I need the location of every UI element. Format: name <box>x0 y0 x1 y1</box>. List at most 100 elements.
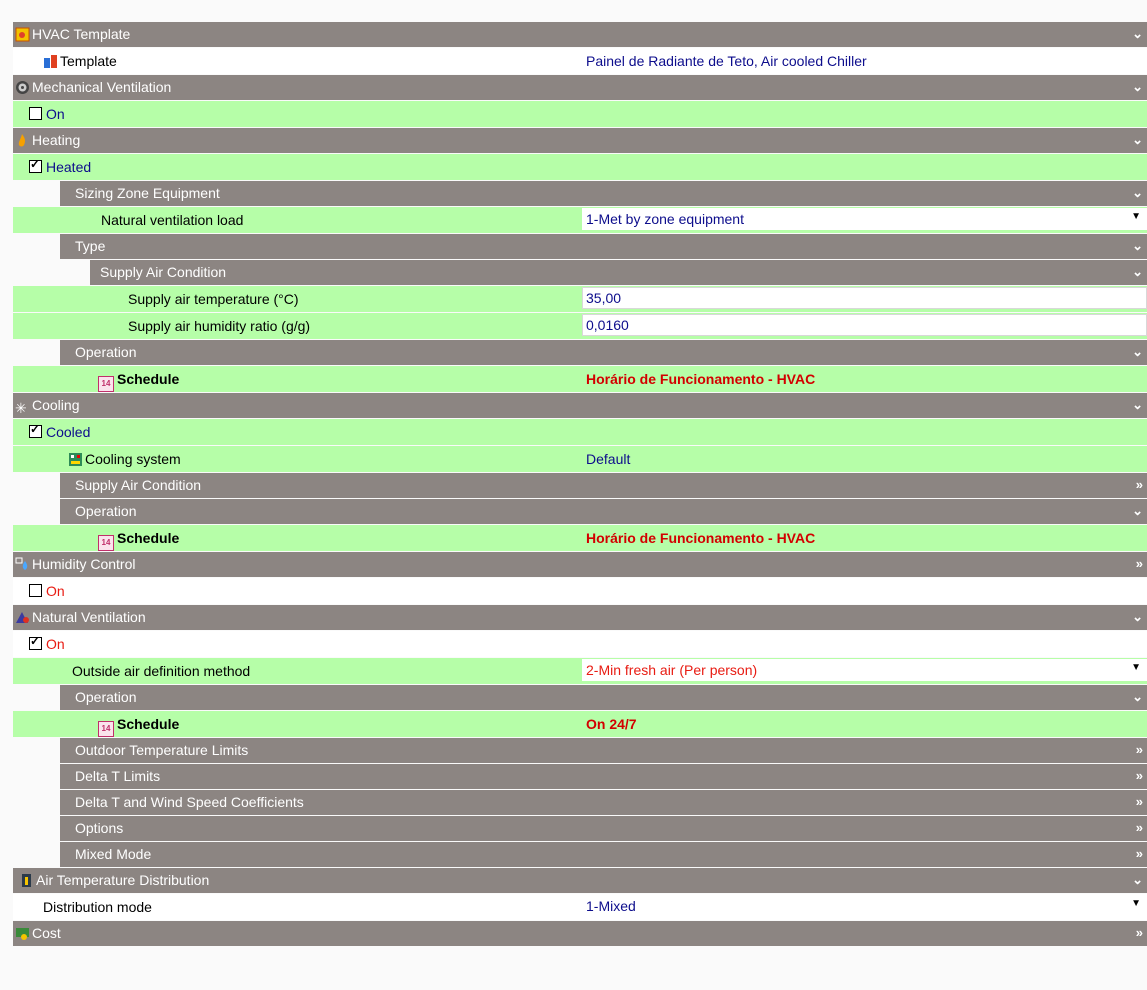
section-air-temperature-distribution[interactable]: Air Temperature Distribution ⌄ <box>13 868 1147 894</box>
template-row[interactable]: Template Painel de Radiante de Teto, Air… <box>13 48 1147 75</box>
section-cost[interactable]: Cost » <box>13 921 1147 947</box>
mech-vent-on-row[interactable]: On <box>13 101 1147 128</box>
expand-chevron-icon[interactable]: » <box>1136 820 1143 835</box>
heating-schedule-label: Schedule <box>117 371 180 387</box>
template-icon <box>43 54 58 69</box>
expand-chevron-icon[interactable]: » <box>1136 768 1143 783</box>
outside-air-method-row[interactable]: Outside air definition method 2-Min fres… <box>13 658 1147 685</box>
section-heating[interactable]: Heating ⌄ <box>13 128 1147 154</box>
collapse-chevron-icon[interactable]: ⌄ <box>1132 132 1143 148</box>
hvac-template-title: HVAC Template <box>32 26 131 42</box>
expand-chevron-icon[interactable]: » <box>1136 742 1143 757</box>
collapse-chevron-icon[interactable]: ⌄ <box>1132 397 1143 413</box>
supply-air-temp-input[interactable]: 35,00 <box>582 287 1147 309</box>
collapse-chevron-icon[interactable]: ⌄ <box>1132 79 1143 95</box>
collapse-chevron-icon[interactable]: ⌄ <box>1132 609 1143 625</box>
hvac-property-grid: HVAC Template ⌄ Template Painel de Radia… <box>13 22 1147 947</box>
delta-t-limits-header[interactable]: Delta T Limits » <box>60 764 1147 790</box>
outside-air-method-value: 2-Min fresh air (Per person) <box>586 662 758 678</box>
heating-title: Heating <box>32 132 81 148</box>
supply-air-humidity-value: 0,0160 <box>586 317 629 333</box>
nat-vent-operation-header[interactable]: Operation ⌄ <box>60 685 1147 711</box>
type-header[interactable]: Type ⌄ <box>60 234 1147 260</box>
collapse-chevron-icon[interactable]: ⌄ <box>1132 689 1143 705</box>
nat-vent-load-row[interactable]: Natural ventilation load 1-Met by zone e… <box>13 207 1147 234</box>
cooling-schedule-row[interactable]: 14 Schedule Horário de Funcionamento - HV… <box>13 525 1147 552</box>
mech-vent-on-label: On <box>46 106 65 122</box>
cooling-system-row[interactable]: Cooling system Default <box>13 446 1147 473</box>
collapse-chevron-icon[interactable]: ⌄ <box>1132 238 1143 254</box>
delta-t-wind-header[interactable]: Delta T and Wind Speed Coefficients » <box>60 790 1147 816</box>
dropdown-arrow-icon[interactable]: ▼ <box>1131 898 1141 909</box>
heating-operation-title: Operation <box>75 344 137 360</box>
expand-chevron-icon[interactable]: » <box>1136 794 1143 809</box>
nat-vent-schedule-value[interactable]: On 24/7 <box>586 716 637 732</box>
expand-chevron-icon[interactable]: » <box>1136 477 1143 492</box>
heating-schedule-value[interactable]: Horário de Funcionamento - HVAC <box>586 371 815 387</box>
collapse-chevron-icon[interactable]: ⌄ <box>1132 26 1143 42</box>
humidity-on-row[interactable]: On <box>13 578 1147 605</box>
collapse-chevron-icon[interactable]: ⌄ <box>1132 503 1143 519</box>
collapse-chevron-icon[interactable]: ⌄ <box>1132 344 1143 360</box>
dropdown-arrow-icon[interactable]: ▼ <box>1131 662 1141 673</box>
distribution-mode-select[interactable]: 1-Mixed ▼ <box>582 895 1147 917</box>
mech-vent-on-checkbox[interactable] <box>29 107 42 120</box>
fan-icon <box>15 80 30 95</box>
cooled-row[interactable]: Cooled <box>13 419 1147 446</box>
options-header[interactable]: Options » <box>60 816 1147 842</box>
supply-air-humidity-input[interactable]: 0,0160 <box>582 314 1147 336</box>
cooling-supply-air-header[interactable]: Supply Air Condition » <box>60 473 1147 499</box>
nat-vent-load-value: 1-Met by zone equipment <box>586 211 744 227</box>
cooling-schedule-value[interactable]: Horário de Funcionamento - HVAC <box>586 530 815 546</box>
nat-vent-load-select[interactable]: 1-Met by zone equipment ▼ <box>582 208 1147 230</box>
section-cooling[interactable]: ✳ Cooling ⌄ <box>13 393 1147 419</box>
cooling-system-label: Cooling system <box>85 451 181 467</box>
outside-air-method-select[interactable]: 2-Min fresh air (Per person) ▼ <box>582 659 1147 681</box>
template-value[interactable]: Painel de Radiante de Teto, Air cooled C… <box>586 53 867 69</box>
expand-chevron-icon[interactable]: » <box>1136 925 1143 940</box>
distribution-mode-label: Distribution mode <box>43 899 152 915</box>
supply-air-temp-label: Supply air temperature (°C) <box>128 291 299 307</box>
heating-schedule-row[interactable]: 14 Schedule Horário de Funcionamento - HV… <box>13 366 1147 393</box>
section-hvac-template[interactable]: HVAC Template ⌄ <box>13 22 1147 48</box>
sizing-zone-equipment-header[interactable]: Sizing Zone Equipment ⌄ <box>60 181 1147 207</box>
heating-operation-header[interactable]: Operation ⌄ <box>60 340 1147 366</box>
outdoor-temp-limits-title: Outdoor Temperature Limits <box>75 742 249 758</box>
expand-chevron-icon[interactable]: » <box>1136 556 1143 571</box>
nat-vent-schedule-row[interactable]: 14 Schedule On 24/7 <box>13 711 1147 738</box>
options-title: Options <box>75 820 124 836</box>
supply-air-temp-row[interactable]: Supply air temperature (°C) 35,00 <box>13 286 1147 313</box>
mixed-mode-title: Mixed Mode <box>75 846 152 862</box>
heated-checkbox[interactable] <box>29 157 42 173</box>
cooling-title: Cooling <box>32 397 80 413</box>
supply-air-condition-header[interactable]: Supply Air Condition ⌄ <box>90 260 1147 286</box>
heated-label: Heated <box>46 159 92 175</box>
expand-chevron-icon[interactable]: » <box>1136 846 1143 861</box>
nat-vent-load-label: Natural ventilation load <box>101 212 244 228</box>
humidity-on-checkbox[interactable] <box>29 584 42 597</box>
heated-row[interactable]: Heated <box>13 154 1147 181</box>
mixed-mode-header[interactable]: Mixed Mode » <box>60 842 1147 868</box>
collapse-chevron-icon[interactable]: ⌄ <box>1132 185 1143 201</box>
supply-air-humidity-row[interactable]: Supply air humidity ratio (g/g) 0,0160 <box>13 313 1147 340</box>
nat-vent-on-checkbox[interactable] <box>29 634 42 650</box>
delta-t-limits-title: Delta T Limits <box>75 768 161 784</box>
cooling-system-value[interactable]: Default <box>586 451 630 467</box>
collapse-chevron-icon[interactable]: ⌄ <box>1132 264 1143 280</box>
nat-vent-on-row[interactable]: On <box>13 631 1147 658</box>
outdoor-temp-limits-header[interactable]: Outdoor Temperature Limits » <box>60 738 1147 764</box>
section-humidity-control[interactable]: Humidity Control » <box>13 552 1147 578</box>
cooling-operation-header[interactable]: Operation ⌄ <box>60 499 1147 525</box>
section-mechanical-ventilation[interactable]: Mechanical Ventilation ⌄ <box>13 75 1147 101</box>
calendar-icon: 14 <box>98 376 114 392</box>
section-natural-ventilation[interactable]: Natural Ventilation ⌄ <box>13 605 1147 631</box>
humidity-on-label: On <box>46 583 65 599</box>
cost-icon <box>15 926 30 941</box>
outside-air-method-label: Outside air definition method <box>72 663 251 679</box>
snowflake-icon: ✳ <box>15 400 27 416</box>
dropdown-arrow-icon[interactable]: ▼ <box>1131 211 1141 222</box>
cooled-checkbox[interactable] <box>29 422 42 438</box>
type-title: Type <box>75 238 106 254</box>
distribution-mode-row[interactable]: Distribution mode 1-Mixed ▼ <box>13 894 1147 921</box>
collapse-chevron-icon[interactable]: ⌄ <box>1132 872 1143 888</box>
